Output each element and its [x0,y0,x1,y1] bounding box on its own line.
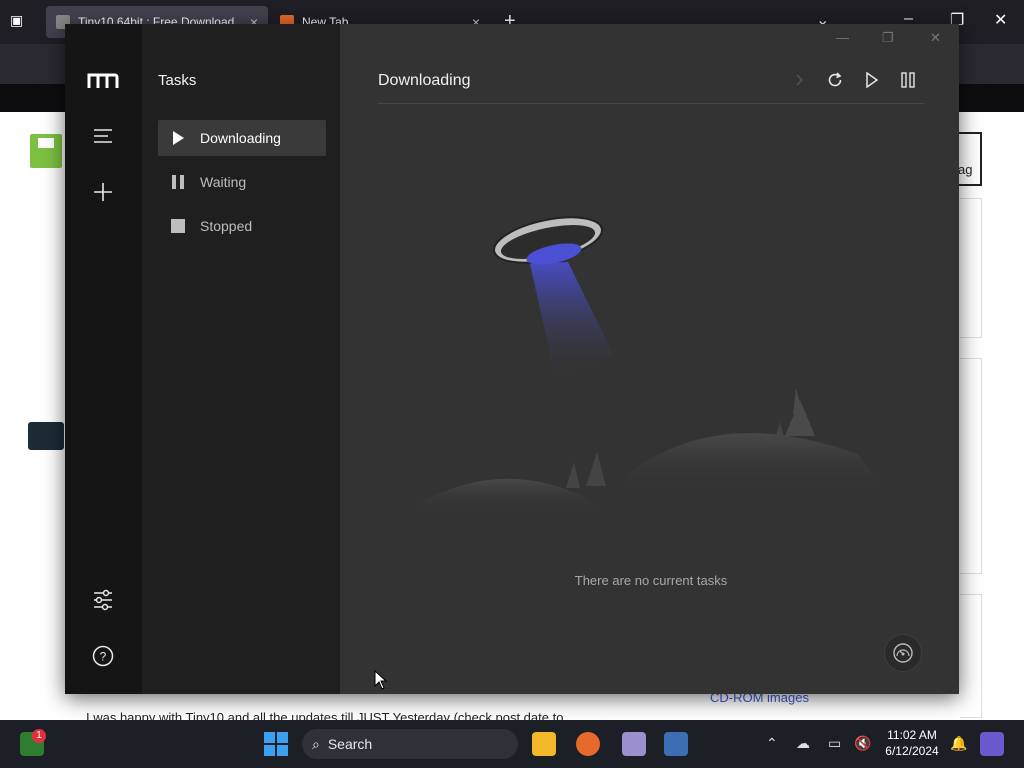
sidebar-item-label: Waiting [200,174,247,190]
sidebar-item-downloading[interactable]: Downloading [158,120,326,156]
refresh-icon[interactable] [825,70,845,90]
motrix-logo-icon [87,73,119,88]
app-close-icon[interactable]: ✕ [930,30,941,46]
add-task-icon[interactable] [91,180,115,204]
tree-icon [566,462,580,488]
motrix-window: ? Tasks Downloading Waiting Stopped — ❐ … [65,24,959,694]
side-panel [960,594,982,718]
resume-all-icon[interactable] [862,70,882,90]
clock-time: 11:02 AM [887,728,937,742]
speedometer-icon[interactable] [884,634,922,672]
tag-box[interactable]: ag [958,132,982,186]
notification-badge: 1 [32,729,46,743]
firefox-icon[interactable] [576,732,600,756]
sidebar-item-label: Downloading [200,130,281,146]
app-rail: ? [65,24,142,694]
chevron-right-icon[interactable] [790,70,810,90]
ufo-empty-illustration [418,216,888,514]
taskbar-search-box[interactable]: ⌕ Search [302,729,518,759]
post-text: I was happy with Tiny10 and all the upda… [86,710,564,720]
chevron-up-icon[interactable]: ⌃ [766,735,778,752]
copilot-icon[interactable] [980,732,1004,756]
volume-mute-icon[interactable]: 🔇 [854,735,871,752]
app-minimize-icon[interactable]: — [836,30,849,45]
taskbar-clock[interactable]: 11:02 AM 6/12/2024 [880,727,944,759]
hill-left [418,478,608,514]
chat-bubble-icon[interactable] [28,422,64,450]
mouse-cursor-icon [374,670,388,690]
file-explorer-icon[interactable] [532,732,556,756]
preferences-sliders-icon[interactable] [91,588,115,612]
svg-text:?: ? [100,650,107,664]
sidebar-item-stopped[interactable]: Stopped [158,208,326,244]
tag-box-text: ag [958,162,973,177]
sidebar-title: Tasks [158,72,197,89]
close-window-icon[interactable]: ✕ [994,10,1007,30]
pause-all-icon[interactable] [898,70,918,90]
task-list-panel: — ❐ ✕ Downloading There are no current t… [340,24,959,694]
onedrive-icon[interactable]: ☁ [796,735,810,752]
clock-date: 6/12/2024 [885,744,939,758]
windows-start-icon[interactable] [264,732,288,756]
page-title: Downloading [378,72,471,89]
sidebar-item-label: Stopped [200,218,253,234]
task-sidebar: Tasks Downloading Waiting Stopped [142,24,340,694]
tree-icon [785,388,815,436]
empty-state-message: There are no current tasks [574,573,728,588]
hamburger-menu-icon[interactable] [91,124,115,148]
tree-icon [586,452,606,486]
play-icon [170,130,186,146]
stop-icon [170,218,186,234]
tab-list-icon[interactable]: ▣ [10,12,30,32]
pause-icon [170,174,186,190]
virtualbox-icon[interactable] [664,732,688,756]
help-icon[interactable]: ? [91,644,115,668]
hill-right [618,433,888,494]
header-divider [378,103,924,104]
floppy-disk-icon [30,134,62,168]
tree-icon [773,422,786,444]
network-icon[interactable]: ▭ [828,735,841,752]
side-panel [960,198,982,338]
side-panel [960,358,982,574]
search-icon: ⌕ [312,735,320,752]
app-maximize-icon[interactable]: ❐ [882,30,894,46]
bell-icon[interactable]: 🔔 [950,735,967,752]
search-label: Search [327,736,373,752]
motrix-taskbar-icon[interactable] [622,732,646,756]
sidebar-item-waiting[interactable]: Waiting [158,164,326,200]
ufo-beam [530,262,613,380]
